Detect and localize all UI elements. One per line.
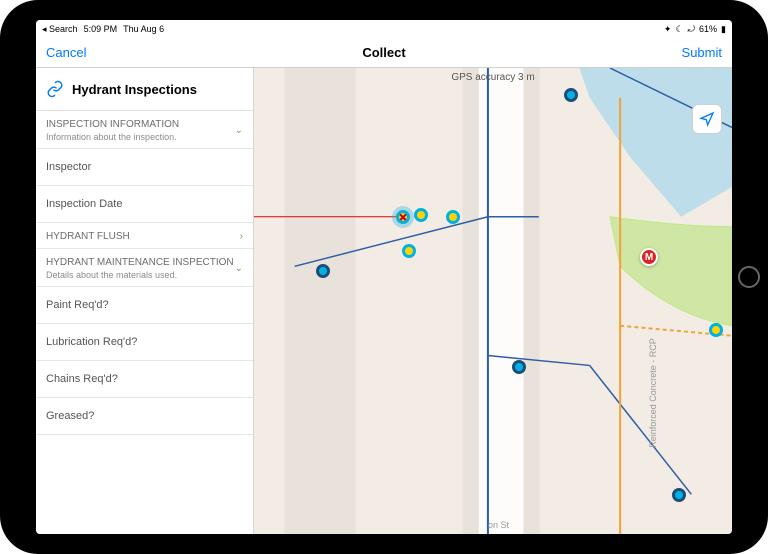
section-desc: Details about the materials used. [46, 270, 234, 280]
status-date: Thu Aug 6 [123, 24, 164, 34]
map-svg [254, 68, 732, 534]
moon-icon: ☾ [675, 24, 683, 35]
wifi-icon: ✦ [664, 24, 672, 35]
section-desc: Information about the inspection. [46, 132, 179, 142]
status-time: 5:09 PM [84, 24, 118, 34]
locate-button[interactable] [692, 104, 722, 134]
ipad-home-button[interactable] [738, 266, 760, 288]
section-label: HYDRANT MAINTENANCE INSPECTION [46, 257, 234, 268]
field-inspection-date[interactable]: Inspection Date [36, 186, 253, 223]
map-marker-hydrant[interactable] [709, 323, 723, 337]
map-marker-valve[interactable] [564, 88, 578, 102]
gps-accuracy-label: GPS accuracy 3 m [451, 72, 534, 83]
location-arrow-icon [699, 111, 715, 127]
cancel-button[interactable]: Cancel [46, 45, 86, 60]
form-header: Hydrant Inspections [36, 68, 253, 111]
back-search[interactable]: ◂ Search [42, 24, 78, 35]
form-title: Hydrant Inspections [72, 82, 197, 97]
section-label: INSPECTION INFORMATION [46, 119, 179, 130]
chevron-down-icon: ⌄ [235, 263, 243, 274]
link-icon [46, 80, 64, 98]
lock-icon: ⤾ [688, 24, 696, 35]
street-label: on St [488, 520, 509, 530]
map-marker-hydrant[interactable] [446, 210, 460, 224]
battery-icon: ▮ [721, 24, 726, 35]
map-marker-valve[interactable] [316, 264, 330, 278]
pipe-label: Reinforced Concrete - RCP [648, 338, 658, 448]
map-canvas[interactable]: GPS accuracy 3 m [254, 68, 732, 534]
map-marker-hydrant[interactable] [402, 244, 416, 258]
form-sidebar: Hydrant Inspections INSPECTION INFORMATI… [36, 68, 254, 534]
nav-title: Collect [362, 45, 405, 60]
field-inspector[interactable]: Inspector [36, 149, 253, 186]
field-paint-reqd[interactable]: Paint Req'd? [36, 287, 253, 324]
field-chains-reqd[interactable]: Chains Req'd? [36, 361, 253, 398]
section-label: HYDRANT FLUSH [46, 231, 130, 242]
section-inspection-info[interactable]: INSPECTION INFORMATION Information about… [36, 111, 253, 149]
field-greased[interactable]: Greased? [36, 398, 253, 435]
section-hydrant-maintenance[interactable]: HYDRANT MAINTENANCE INSPECTION Details a… [36, 249, 253, 287]
nav-bar: Cancel Collect Submit [36, 38, 732, 68]
map-marker-hydrant[interactable] [414, 208, 428, 222]
chevron-right-icon: › [240, 231, 243, 242]
field-lubrication-reqd[interactable]: Lubrication Req'd? [36, 324, 253, 361]
map-marker-m-badge[interactable]: M [640, 248, 658, 266]
map-marker-valve[interactable] [512, 360, 526, 374]
map-marker-hydrant-selected[interactable] [396, 210, 410, 224]
status-bar: ◂ Search 5:09 PM Thu Aug 6 ✦ ☾ ⤾ 61% ▮ [36, 20, 732, 38]
battery-pct: 61% [699, 24, 717, 34]
map-marker-valve[interactable] [672, 488, 686, 502]
chevron-down-icon: ⌄ [235, 125, 243, 136]
status-indicators: ✦ ☾ ⤾ 61% ▮ [664, 24, 726, 35]
submit-button[interactable]: Submit [682, 45, 722, 60]
section-hydrant-flush[interactable]: HYDRANT FLUSH › [36, 223, 253, 249]
